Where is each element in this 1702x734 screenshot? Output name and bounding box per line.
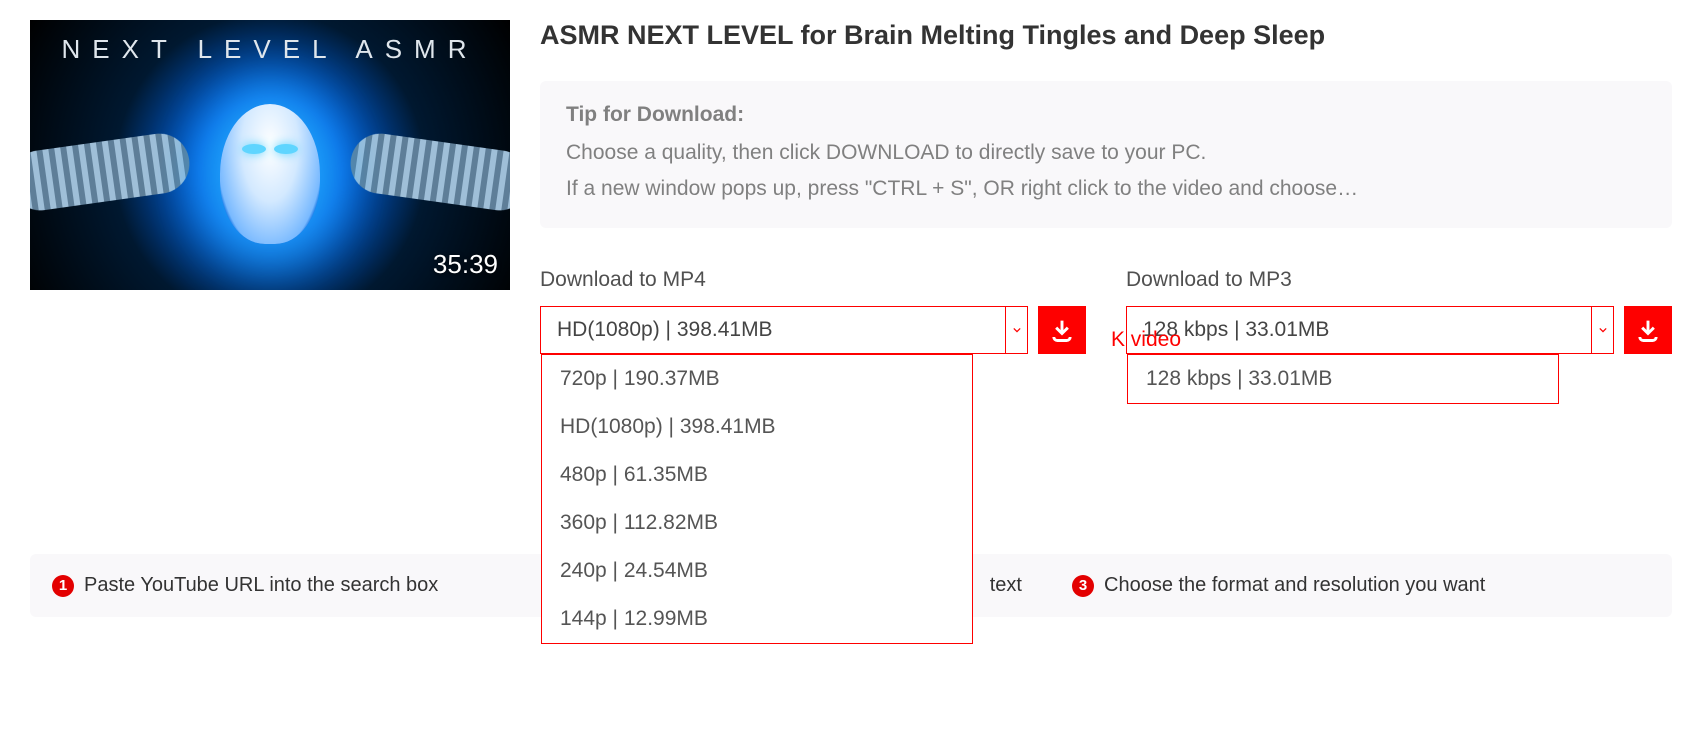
video-title: ASMR NEXT LEVEL for Brain Melting Tingle… xyxy=(540,20,1672,51)
video-thumbnail[interactable]: NEXT LEVEL ASMR 35:39 xyxy=(30,20,510,290)
mp4-selected-value: HD(1080p) | 398.41MB xyxy=(541,307,1005,353)
mp4-download-button[interactable] xyxy=(1038,306,1086,354)
tip-line-2: If a new window pops up, press "CTRL + S… xyxy=(566,171,1646,207)
step-1-text: Paste YouTube URL into the search box xyxy=(84,574,438,597)
chevron-down-icon[interactable] xyxy=(1591,307,1613,353)
mp4-option[interactable]: 360p | 112.82MB xyxy=(542,499,972,547)
chevron-down-icon[interactable] xyxy=(1005,307,1027,353)
background-text-k-video: K video xyxy=(1111,328,1181,352)
tip-line-1: Choose a quality, then click DOWNLOAD to… xyxy=(566,135,1646,171)
mp4-option[interactable]: 480p | 61.35MB xyxy=(542,451,972,499)
mp4-option[interactable]: 144p | 12.99MB xyxy=(542,595,972,643)
step-1: 1 Paste YouTube URL into the search box xyxy=(52,574,552,597)
mp4-option[interactable]: HD(1080p) | 398.41MB xyxy=(542,403,972,451)
mp4-option[interactable]: 720p | 190.37MB xyxy=(542,355,972,403)
mp3-selected-value: 128 kbps | 33.01MB xyxy=(1127,307,1591,353)
tip-heading: Tip for Download: xyxy=(566,103,1646,127)
mp3-label: Download to MP3 xyxy=(1126,268,1672,292)
tip-box: Tip for Download: Choose a quality, then… xyxy=(540,81,1672,228)
mp3-column: Download to MP3 128 kbps | 33.01MB 128 k… xyxy=(1126,268,1672,354)
step-3-text: Choose the format and resolution you wan… xyxy=(1104,574,1485,597)
mp3-dropdown: 128 kbps | 33.01MB xyxy=(1127,354,1559,404)
download-icon xyxy=(1048,316,1076,344)
mp4-quality-select[interactable]: HD(1080p) | 398.41MB 720p | 190.37MB HD(… xyxy=(540,306,1028,354)
step-2-text: text xyxy=(990,574,1022,597)
thumbnail-overlay-text: NEXT LEVEL ASMR xyxy=(30,34,510,65)
mp3-option[interactable]: 128 kbps | 33.01MB xyxy=(1128,355,1558,403)
mp4-option[interactable]: 240p | 24.54MB xyxy=(542,547,972,595)
step-3: 3 Choose the format and resolution you w… xyxy=(1072,574,1650,597)
mp3-quality-select[interactable]: 128 kbps | 33.01MB 128 kbps | 33.01MB xyxy=(1126,306,1614,354)
download-icon xyxy=(1634,316,1662,344)
mp4-label: Download to MP4 xyxy=(540,268,1086,292)
step-badge-1: 1 xyxy=(52,575,74,597)
mp3-download-button[interactable] xyxy=(1624,306,1672,354)
mp4-dropdown: 720p | 190.37MB HD(1080p) | 398.41MB 480… xyxy=(541,354,973,644)
video-duration: 35:39 xyxy=(433,249,498,280)
mp4-column: Download to MP4 HD(1080p) | 398.41MB 720… xyxy=(540,268,1086,354)
step-badge-3: 3 xyxy=(1072,575,1094,597)
